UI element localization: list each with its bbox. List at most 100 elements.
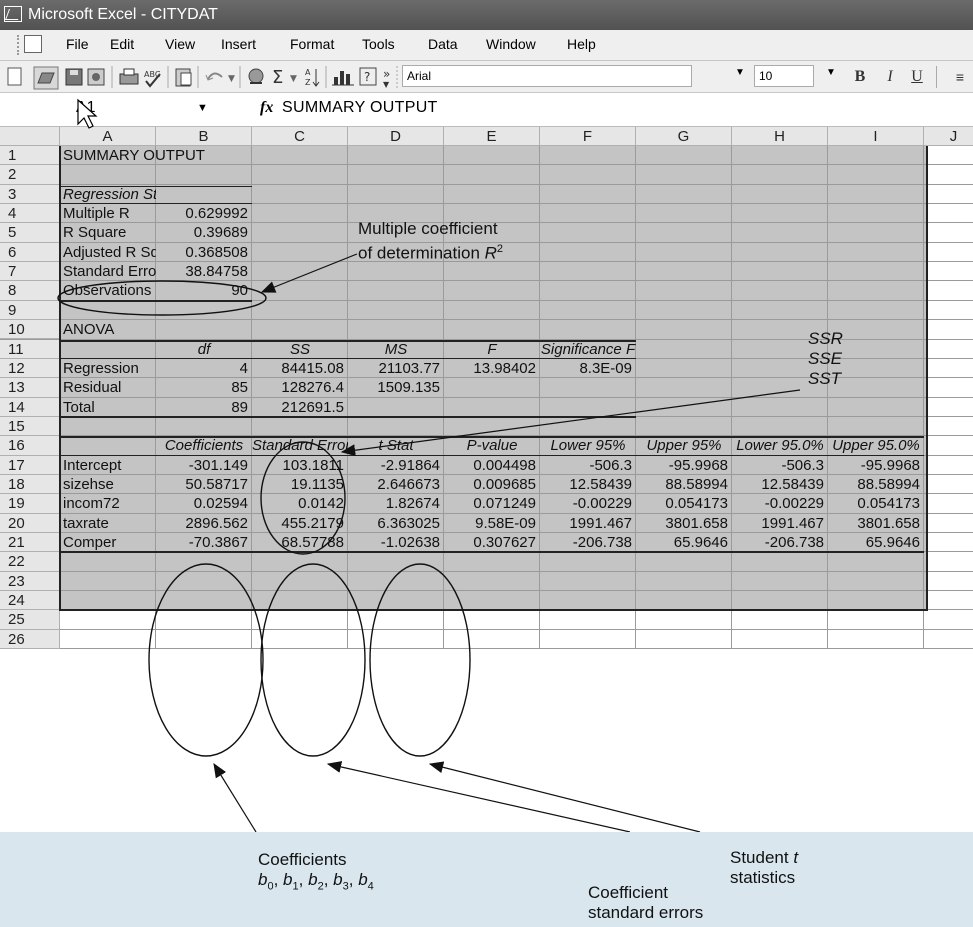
- cell[interactable]: 1.82674: [348, 494, 444, 513]
- cell[interactable]: 88.58994: [636, 475, 732, 494]
- cell[interactable]: Upper 95%: [636, 436, 732, 455]
- cell[interactable]: -70.3867: [156, 533, 252, 552]
- sort-ascending-icon[interactable]: AZ: [305, 68, 320, 87]
- cell[interactable]: -301.149: [156, 456, 252, 475]
- cell[interactable]: 50.58717: [156, 475, 252, 494]
- row-header[interactable]: 2: [0, 165, 60, 185]
- cell[interactable]: 103.1811: [252, 456, 348, 475]
- cell[interactable]: SUMMARY OUTPUT: [60, 146, 252, 165]
- row-header[interactable]: 3: [0, 184, 60, 205]
- cell[interactable]: 38.84758: [156, 262, 252, 281]
- row-header[interactable]: 23: [0, 571, 60, 592]
- cell[interactable]: 0.39689: [156, 223, 252, 242]
- menu-tools[interactable]: Tools: [362, 36, 395, 52]
- cell[interactable]: F: [444, 340, 540, 359]
- cell[interactable]: -506.3: [540, 456, 636, 475]
- cell[interactable]: 0.054173: [636, 494, 732, 513]
- cell[interactable]: Standard Error: [252, 436, 348, 455]
- hyperlink-icon[interactable]: [248, 68, 264, 84]
- cell[interactable]: Upper 95.0%: [828, 436, 924, 455]
- menu-help[interactable]: Help: [567, 36, 596, 52]
- row-header[interactable]: 21: [0, 533, 60, 553]
- row-header[interactable]: 14: [0, 397, 60, 417]
- cell[interactable]: -506.3: [732, 456, 828, 475]
- cell[interactable]: 6.363025: [348, 514, 444, 533]
- cell[interactable]: 0.368508: [156, 243, 252, 262]
- row-header[interactable]: 11: [0, 339, 60, 359]
- cell[interactable]: 65.9646: [828, 533, 924, 552]
- underline-button[interactable]: U: [907, 67, 927, 87]
- row-header[interactable]: 15: [0, 416, 60, 437]
- menu-data[interactable]: Data: [428, 36, 458, 52]
- row-header[interactable]: 10: [0, 320, 60, 340]
- row-header[interactable]: 5: [0, 223, 60, 243]
- save-icon[interactable]: [65, 68, 83, 86]
- font-name-combo[interactable]: Arial: [402, 65, 692, 87]
- column-header-j[interactable]: J: [924, 127, 973, 146]
- row-header[interactable]: 12: [0, 358, 60, 379]
- cell[interactable]: -0.00229: [540, 494, 636, 513]
- cell[interactable]: 0.307627: [444, 533, 540, 552]
- cell[interactable]: 4: [156, 359, 252, 378]
- cell[interactable]: Multiple R: [60, 204, 156, 223]
- cell[interactable]: 12.58439: [540, 475, 636, 494]
- row-header[interactable]: 16: [0, 436, 60, 456]
- cell[interactable]: Residual: [60, 378, 156, 397]
- open-icon[interactable]: [33, 66, 59, 90]
- cell[interactable]: 1509.135: [348, 378, 444, 397]
- cell[interactable]: taxrate: [60, 514, 156, 533]
- row-header[interactable]: 6: [0, 242, 60, 263]
- row-header[interactable]: 1: [0, 146, 60, 166]
- font-size-dropdown-icon[interactable]: ▼: [826, 67, 836, 78]
- cell[interactable]: Significance F: [540, 340, 636, 359]
- cell[interactable]: 212691.5: [252, 398, 348, 417]
- spelling-icon[interactable]: ABC: [144, 70, 161, 88]
- row-header[interactable]: 7: [0, 262, 60, 282]
- row-header[interactable]: 9: [0, 300, 60, 321]
- row-header[interactable]: 25: [0, 610, 60, 630]
- row-header[interactable]: 22: [0, 552, 60, 572]
- cell[interactable]: df: [156, 340, 252, 359]
- cell[interactable]: Comper: [60, 533, 156, 552]
- cell[interactable]: MS: [348, 340, 444, 359]
- row-header[interactable]: 18: [0, 474, 60, 495]
- formula-input[interactable]: SUMMARY OUTPUT: [282, 99, 438, 117]
- menu-file[interactable]: File: [66, 36, 89, 52]
- cell[interactable]: 9.58E-09: [444, 514, 540, 533]
- row-header[interactable]: 26: [0, 629, 60, 650]
- help-icon[interactable]: ?: [359, 67, 377, 86]
- cell[interactable]: Standard Error: [60, 262, 156, 281]
- cell[interactable]: -95.9968: [828, 456, 924, 475]
- name-box[interactable]: A1 ▼: [0, 96, 238, 122]
- menu-insert[interactable]: Insert: [221, 36, 256, 52]
- cell[interactable]: 128276.4: [252, 378, 348, 397]
- cell[interactable]: 12.58439: [732, 475, 828, 494]
- cell[interactable]: -95.9968: [636, 456, 732, 475]
- row-header[interactable]: 20: [0, 513, 60, 533]
- cell[interactable]: 19.1135: [252, 475, 348, 494]
- italic-button[interactable]: I: [880, 67, 900, 87]
- toolbar-options-icon[interactable]: »: [383, 67, 390, 81]
- row-header[interactable]: 19: [0, 494, 60, 514]
- cell[interactable]: 0.071249: [444, 494, 540, 513]
- cell[interactable]: Adjusted R Square: [60, 243, 156, 262]
- column-header-b[interactable]: B: [156, 127, 252, 146]
- column-header-i[interactable]: I: [828, 127, 924, 146]
- row-header[interactable]: 8: [0, 281, 60, 301]
- cell[interactable]: 3801.658: [828, 514, 924, 533]
- cell[interactable]: R Square: [60, 223, 156, 242]
- chart-wizard-icon[interactable]: [332, 71, 354, 86]
- cell[interactable]: -206.738: [732, 533, 828, 552]
- cell[interactable]: -0.00229: [732, 494, 828, 513]
- column-header-c[interactable]: C: [252, 127, 348, 146]
- new-icon[interactable]: [7, 67, 22, 86]
- cell[interactable]: 0.004498: [444, 456, 540, 475]
- cell[interactable]: Observations: [60, 281, 156, 300]
- menu-view[interactable]: View: [165, 36, 195, 52]
- cell[interactable]: t Stat: [348, 436, 444, 455]
- cell[interactable]: 0.009685: [444, 475, 540, 494]
- font-name-dropdown-icon[interactable]: ▼: [735, 67, 745, 78]
- cell[interactable]: 1991.467: [540, 514, 636, 533]
- cell[interactable]: 0.0142: [252, 494, 348, 513]
- menu-format[interactable]: Format: [290, 36, 334, 52]
